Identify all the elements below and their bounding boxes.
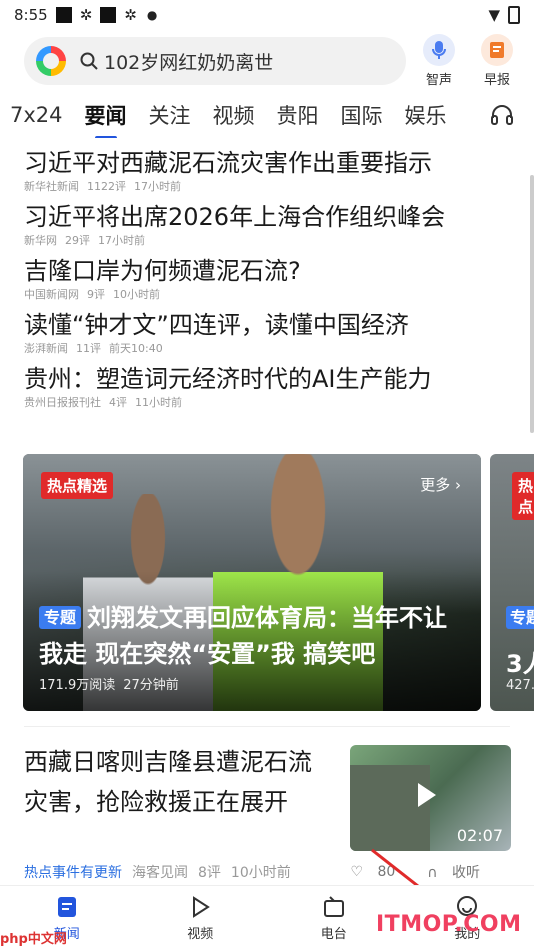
news-time: 前天10:40 <box>109 342 163 355</box>
story-comments: 8评 <box>198 865 221 881</box>
hot-update-label[interactable]: 热点事件有更新 <box>24 862 122 882</box>
read-count: 171.9万阅读 <box>39 678 116 693</box>
news-comments: 11评 <box>76 342 101 355</box>
report-icon <box>481 34 513 66</box>
hot-badge: 热点 <box>512 472 534 520</box>
featured-time: 27分钟前 <box>123 678 179 693</box>
news-source: 新华网 <box>24 234 57 247</box>
voice-label: 智声 <box>425 73 452 88</box>
truck-image <box>350 765 430 851</box>
news-title: 贵州：塑造词元经济时代的AI生产能力 <box>24 365 432 393</box>
next-featured-card[interactable]: 热点 专题 3人 427. <box>490 454 534 711</box>
list-item[interactable]: 习近平对西藏泥石流灾害作出重要指示 新华社新闻 1122评 17小时前 <box>24 146 534 194</box>
news-source: 新华社新闻 <box>24 180 79 193</box>
story-title[interactable]: 西藏日喀则吉隆县遭泥石流灾害，抢险救援正在展开 <box>24 742 334 822</box>
video-duration: 02:07 <box>456 826 503 845</box>
featured-meta: 171.9万阅读 27分钟前 <box>39 674 187 693</box>
news-comments: 4评 <box>109 396 127 409</box>
status-time: 8:55 <box>14 6 48 24</box>
report-label: 早报 <box>483 73 510 88</box>
hot-picks-badge: 热点精选 <box>41 472 114 499</box>
notification-icon <box>100 7 117 23</box>
divider <box>24 726 510 727</box>
news-meta: 中国新闻网 9评 10小时前 <box>24 288 534 302</box>
nav-video-label: 视频 <box>187 926 214 942</box>
news-title: 吉隆口岸为何频遭泥石流? <box>24 257 301 285</box>
headphones-icon[interactable] <box>482 102 514 130</box>
tab-7x24[interactable]: 7x24 <box>10 103 63 127</box>
featured-title: 专题 刘翔发文再回应体育局：当年不让我走 现在突然“安置”我 搞笑吧 <box>39 600 459 672</box>
tab-headlines[interactable]: 要闻 <box>85 100 127 138</box>
topic-tag: 专题 <box>39 606 82 629</box>
video-thumbnail[interactable]: 02:07 <box>350 745 511 851</box>
featured-card[interactable]: 热点精选 更多 › 专题 刘翔发文再回应体育局：当年不让我走 现在突然“安置”我 … <box>23 454 481 711</box>
tab-following[interactable]: 关注 <box>149 100 191 130</box>
tab-entertainment[interactable]: 娱乐 <box>405 100 447 130</box>
news-title: 习近平将出席2026年上海合作组织峰会 <box>24 203 446 231</box>
sync-icon: ✲ <box>124 6 137 24</box>
play-icon <box>418 783 436 807</box>
search-bar[interactable]: 102岁网红奶奶离世 <box>24 37 406 85</box>
voice-button[interactable]: 智声 <box>414 34 464 88</box>
news-source: 中国新闻网 <box>24 288 79 301</box>
news-source: 澎湃新闻 <box>24 342 68 355</box>
story-source: 海客见闻 <box>132 865 188 881</box>
search-icon <box>80 52 98 70</box>
tab-guiyang[interactable]: 贵阳 <box>277 100 319 130</box>
topic-tag: 专题 <box>506 606 534 629</box>
news-comments: 29评 <box>65 234 90 247</box>
news-meta: 贵州日报报刊社 4评 11小时前 <box>24 396 534 410</box>
news-time: 17小时前 <box>98 234 145 247</box>
watermark-left: php中文网 <box>0 932 67 947</box>
watermark: ITMOP.COM <box>376 912 522 937</box>
microphone-icon <box>423 34 455 66</box>
top-bar: 102岁网红奶奶离世 智声 早报 <box>0 30 534 92</box>
app-logo-icon <box>36 46 66 76</box>
sync-icon: ✲ <box>79 6 93 24</box>
nav-radio-label: 电台 <box>320 926 347 942</box>
battery-icon <box>508 6 520 24</box>
list-item[interactable]: 习近平将出席2026年上海合作组织峰会 新华网 29评 17小时前 <box>24 200 534 248</box>
news-time: 17小时前 <box>134 180 181 193</box>
news-comments: 1122评 <box>87 180 126 193</box>
radio-icon <box>323 895 344 917</box>
next-title: 3人 <box>506 650 534 678</box>
news-meta: 新华社新闻 1122评 17小时前 <box>24 180 534 194</box>
headline-list: 习近平对西藏泥石流灾害作出重要指示 新华社新闻 1122评 17小时前 习近平将出席… <box>0 138 534 410</box>
status-bar: 8:55 ✲ ✲ ● ▼ <box>0 0 534 30</box>
more-link[interactable]: 更多 › <box>420 474 461 495</box>
story-time: 10小时前 <box>230 865 291 881</box>
news-comments: 9评 <box>87 288 105 301</box>
news-title: 习近平对西藏泥石流灾害作出重要指示 <box>24 149 432 177</box>
scrollbar[interactable] <box>530 175 534 433</box>
more-notifications-icon: ● <box>146 8 158 22</box>
featured-title-text: 刘翔发文再回应体育局：当年不让我走 现在突然“安置”我 搞笑吧 <box>39 604 448 668</box>
tab-international[interactable]: 国际 <box>341 100 383 130</box>
channel-tabs: 7x24 要闻 关注 视频 贵阳 国际 娱乐 <box>0 92 534 138</box>
news-icon <box>57 896 76 917</box>
list-item[interactable]: 贵州：塑造词元经济时代的AI生产能力 贵州日报报刊社 4评 11小时前 <box>24 362 534 410</box>
notification-icon <box>55 7 72 23</box>
play-icon <box>193 895 211 918</box>
nav-video[interactable]: 视频 <box>134 886 268 950</box>
next-topic: 专题 <box>506 604 534 629</box>
wifi-icon: ▼ <box>488 6 500 24</box>
news-time: 10小时前 <box>113 288 160 301</box>
list-item[interactable]: 读懂“钟才文”四连评，读懂中国经济 澎湃新闻 11评 前天10:40 <box>24 308 534 356</box>
list-item[interactable]: 吉隆口岸为何频遭泥石流? 中国新闻网 9评 10小时前 <box>24 254 534 302</box>
tab-video[interactable]: 视频 <box>213 100 255 130</box>
news-meta: 新华网 29评 17小时前 <box>24 234 534 248</box>
next-meta: 427. <box>506 678 534 693</box>
search-query: 102岁网红奶奶离世 <box>104 51 274 74</box>
news-time: 11小时前 <box>135 396 182 409</box>
news-source: 贵州日报报刊社 <box>24 396 101 409</box>
news-title: 读懂“钟才文”四连评，读懂中国经济 <box>24 311 409 339</box>
morning-report-button[interactable]: 早报 <box>472 34 522 88</box>
heart-icon: ♡ <box>350 864 364 880</box>
news-meta: 澎湃新闻 11评 前天10:40 <box>24 342 534 356</box>
